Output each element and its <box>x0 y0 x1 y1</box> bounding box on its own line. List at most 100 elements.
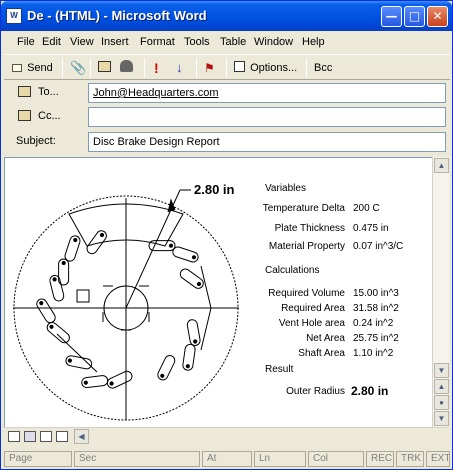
menu-view[interactable]: View <box>70 36 94 48</box>
cc-button[interactable]: Cc... <box>38 110 61 122</box>
menu-window[interactable]: Window <box>254 36 293 48</box>
send-label: Send <box>27 62 53 74</box>
cc-book-icon <box>18 110 31 121</box>
vent-slot <box>172 246 199 263</box>
previous-page-button[interactable]: ▲ <box>434 379 449 394</box>
calc-label-vent: Vent Hole area <box>278 318 345 329</box>
menu-insert[interactable]: Insert <box>101 36 129 48</box>
options-button[interactable]: Options... <box>234 59 297 77</box>
status-trk[interactable]: TRK <box>396 451 424 467</box>
attach-button[interactable]: 📎 <box>70 59 86 77</box>
vent-slot-hole <box>67 358 73 363</box>
menu-help[interactable]: Help <box>302 36 325 48</box>
flag-button[interactable]: ⚑ <box>204 59 215 77</box>
normal-view-icon[interactable] <box>8 431 20 442</box>
vent-slot-hole <box>168 243 174 248</box>
status-ext[interactable]: EXT <box>426 451 450 467</box>
menu-table[interactable]: Table <box>220 36 246 48</box>
toolbar-separator <box>196 58 197 78</box>
select-browse-object-button[interactable]: ● <box>434 395 449 410</box>
outline-view-icon[interactable] <box>56 431 68 442</box>
variable-label-temperature: Temperature Delta <box>262 203 345 214</box>
calc-value-area: 31.58 in^2 <box>353 303 399 314</box>
word-app-icon[interactable]: W <box>6 8 22 24</box>
close-button[interactable]: ✕ <box>427 6 448 27</box>
send-button[interactable]: Send <box>12 59 53 77</box>
check-names-button[interactable] <box>120 59 133 77</box>
vent-slot-hole <box>39 301 44 306</box>
variable-value-material: 0.07 in^3/C <box>353 241 404 252</box>
vent-slot-hole <box>160 373 165 378</box>
exclamation-icon: ! <box>154 60 159 76</box>
variable-value-temperature: 200 C <box>353 203 380 214</box>
send-icon <box>12 64 22 72</box>
keyway-square <box>76 289 90 303</box>
scroll-left-button[interactable]: ◀ <box>74 429 89 444</box>
calc-label-net: Net Area <box>306 333 345 344</box>
window-title: De - (HTML) - Microsoft Word <box>27 8 207 23</box>
toolbar-separator <box>62 58 63 78</box>
to-row: To... John@Headquarters.com <box>4 81 450 105</box>
variables-heading: Variables <box>265 183 306 194</box>
low-importance-button[interactable]: ↓ <box>176 59 183 77</box>
paperclip-icon: 📎 <box>70 60 87 75</box>
result-value: 2.80 in <box>351 384 389 398</box>
result-heading: Result <box>265 364 294 375</box>
cc-field[interactable] <box>88 107 446 127</box>
menu-edit[interactable]: Edit <box>42 36 61 48</box>
high-importance-button[interactable]: ! <box>154 59 159 77</box>
status-bar: Page Sec At Ln Col REC TRK EXT <box>4 450 450 468</box>
double-down-arrow-icon: ▼ <box>437 414 446 423</box>
menu-format[interactable]: Format <box>140 36 175 48</box>
status-line: Ln <box>254 451 306 467</box>
vent-slot <box>49 274 65 302</box>
check-names-icon <box>120 60 133 72</box>
toolbar-separator <box>144 58 145 78</box>
close-icon: ✕ <box>432 9 443 23</box>
status-column: Col <box>308 451 364 467</box>
address-book-button[interactable] <box>98 59 111 77</box>
vent-slot <box>36 298 56 324</box>
calc-label-volume: Required Volume <box>268 288 345 299</box>
minimize-button[interactable]: — <box>381 6 402 27</box>
message-body[interactable]: 2.80 in Variables Temperature Delta 200 … <box>4 157 432 427</box>
vertical-scrollbar[interactable]: ▲ ▼ ▲ ● ▼ <box>432 157 449 427</box>
print-layout-view-icon[interactable] <box>40 431 52 442</box>
status-rec[interactable]: REC <box>366 451 394 467</box>
subject-field[interactable]: Disc Brake Design Report <box>88 132 446 152</box>
radius-dimension-label: 2.80 in <box>194 182 235 197</box>
bcc-button[interactable]: Bcc <box>314 59 332 77</box>
menu-tools[interactable]: Tools <box>184 36 210 48</box>
menu-file[interactable]: File <box>17 36 35 48</box>
vent-slot-hole <box>61 260 66 266</box>
vent-slot-hole <box>191 255 197 260</box>
to-field[interactable]: John@Headquarters.com <box>88 83 446 103</box>
vent-slot-hole <box>99 232 105 238</box>
horizontal-scrollbar[interactable]: ◀ <box>4 427 449 445</box>
vent-slot-hole <box>193 339 198 344</box>
title-bar[interactable]: W De - (HTML) - Microsoft Word — □ ✕ <box>1 1 452 31</box>
to-recipient[interactable]: John@Headquarters.com <box>93 87 219 99</box>
vent-slot <box>46 321 70 344</box>
vent-slot <box>106 370 133 389</box>
vent-slots <box>36 230 204 389</box>
calc-value-net: 25.75 in^2 <box>353 333 399 344</box>
vent-slot-hole <box>196 281 202 287</box>
maximize-button[interactable]: □ <box>404 6 425 27</box>
web-layout-view-icon[interactable] <box>24 431 36 442</box>
toolbar-separator <box>226 58 227 78</box>
subject-row: Subject: Disc Brake Design Report <box>4 130 450 154</box>
vent-slot-hole <box>109 381 114 386</box>
vent-slot-hole <box>49 324 54 329</box>
vent-slot <box>179 268 204 289</box>
scroll-up-button[interactable]: ▲ <box>434 158 449 173</box>
word-window: W De - (HTML) - Microsoft Word — □ ✕ Fil… <box>0 0 453 470</box>
vent-slot-hole <box>185 364 190 369</box>
down-arrow-icon: ▼ <box>437 366 446 375</box>
next-page-button[interactable]: ▼ <box>434 411 449 426</box>
to-button[interactable]: To... <box>38 86 59 98</box>
left-arrow-icon: ◀ <box>78 432 85 441</box>
scroll-down-button[interactable]: ▼ <box>434 363 449 378</box>
calculations-heading: Calculations <box>265 265 320 276</box>
status-at: At <box>202 451 252 467</box>
